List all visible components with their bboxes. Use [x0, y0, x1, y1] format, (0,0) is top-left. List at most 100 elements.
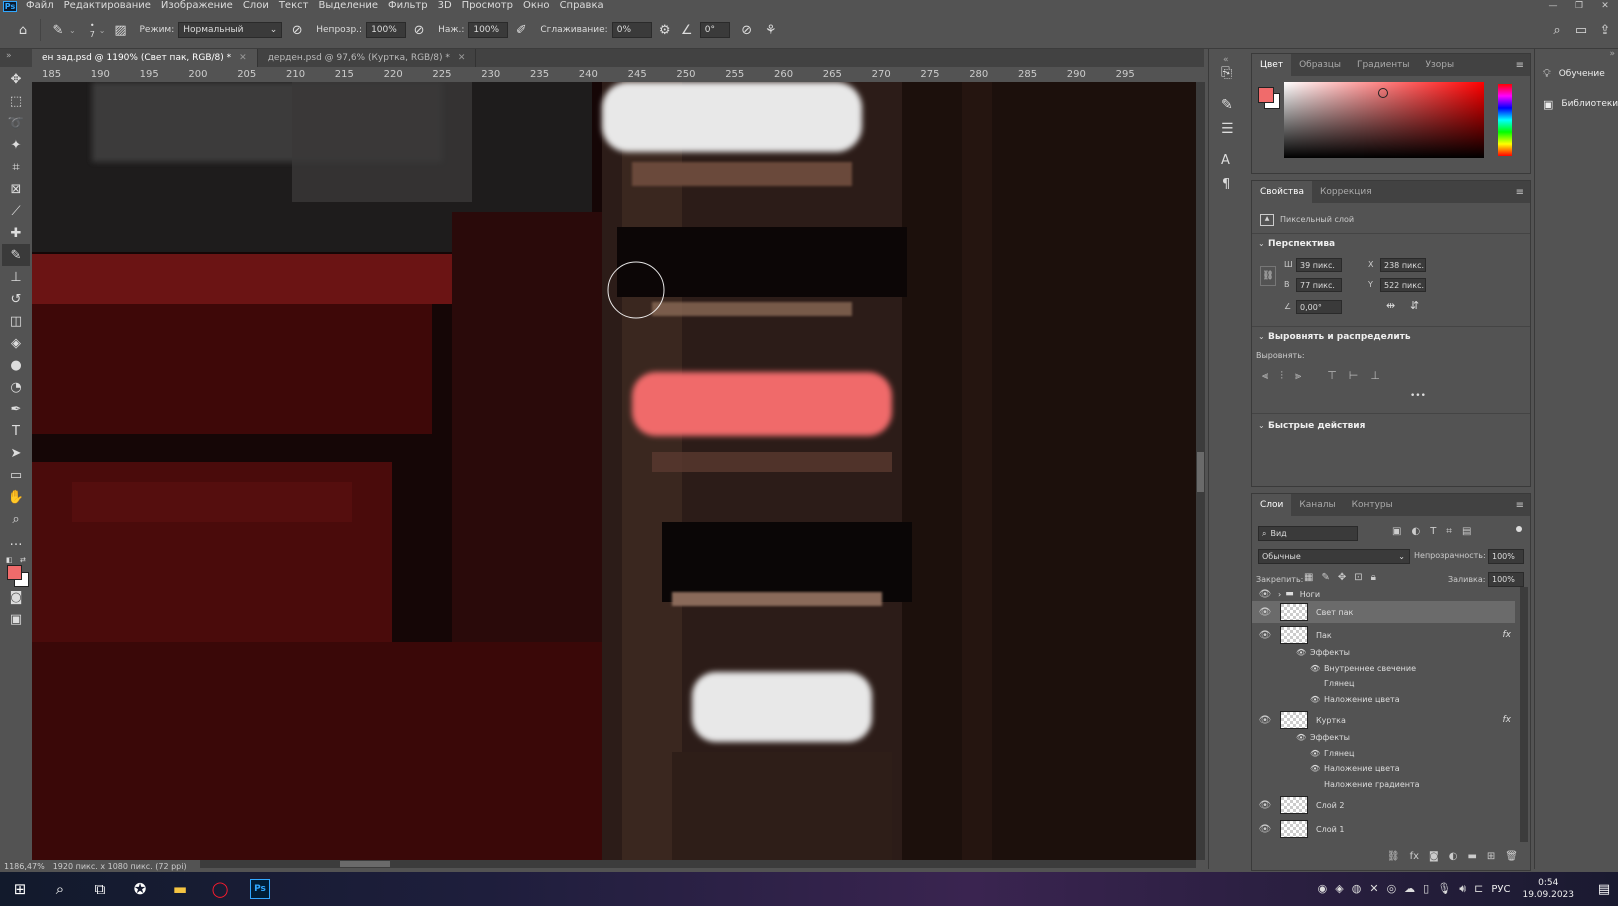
layer-filter-select[interactable]: ⌕ Вид [1258, 526, 1358, 541]
rotation-input[interactable]: 0,00° [1296, 300, 1342, 314]
brush-size-picker[interactable]: • 7 [90, 21, 95, 39]
menu-text[interactable]: Текст [274, 0, 314, 12]
menu-select[interactable]: Выделение [313, 0, 383, 12]
photoshop-logo-icon[interactable]: Ps [3, 0, 17, 12]
filter-smart-object-icon[interactable]: ▤ [1462, 526, 1471, 537]
menu-window[interactable]: Окно [518, 0, 555, 12]
blur-tool-icon[interactable]: ● [2, 354, 30, 376]
layer-row[interactable]: 👁︎ Слой 2 [1252, 794, 1515, 816]
flip-horizontal-icon[interactable]: ⇹ [1386, 299, 1395, 312]
opera-browser-icon[interactable]: ◯ [200, 872, 240, 906]
eraser-tool-icon[interactable]: ◫ [2, 310, 30, 332]
doc-tab[interactable]: дерден.psd @ 97,6% (Куртка, RGB/8) * ✕ [258, 49, 477, 67]
eyedropper-tool-icon[interactable]: ⟋ [2, 200, 30, 222]
chevron-down-icon[interactable]: ⌄ [1258, 239, 1265, 248]
canvas-vertical-scrollbar[interactable] [1196, 82, 1205, 860]
angle-input[interactable]: 0° [699, 22, 730, 38]
eye-icon[interactable]: 👁︎ [1258, 607, 1272, 618]
filter-shape-icon[interactable]: ⌗ [1446, 526, 1452, 537]
search-icon[interactable]: ⌕ [40, 872, 80, 906]
network-icon[interactable]: ⊏ [1474, 882, 1483, 896]
tray-battery-icon[interactable]: ▯ [1423, 882, 1429, 896]
chevron-down-icon[interactable]: ⌄ [1258, 332, 1265, 341]
layer-group-row[interactable]: 👁︎ › ▬ Ноги [1252, 587, 1515, 601]
tab-adjustments[interactable]: Коррекция [1312, 181, 1380, 203]
saturation-value-field[interactable] [1284, 82, 1484, 158]
pressure-input[interactable]: 100% [468, 22, 509, 38]
effect-item[interactable]: Наложение градиента [1324, 780, 1420, 789]
hand-tool-icon[interactable]: ✋ [2, 486, 30, 508]
menu-image[interactable]: Изображение [156, 0, 238, 12]
rectangle-tool-icon[interactable]: ▭ [2, 464, 30, 486]
screen-mode-icon[interactable]: ▣ [2, 608, 30, 630]
crop-tool-icon[interactable]: ⌗ [2, 156, 30, 178]
fill-input[interactable]: 100% [1488, 572, 1524, 587]
eye-icon[interactable]: 👁︎ [1296, 648, 1306, 657]
tab-paths[interactable]: Контуры [1344, 494, 1401, 516]
file-explorer-icon[interactable]: ▬ [160, 872, 200, 906]
history-panel-icon[interactable]: ⎘ [1221, 65, 1232, 81]
adjustments-panel-icon[interactable]: ☰ [1221, 121, 1234, 137]
document-canvas[interactable] [32, 82, 1196, 860]
effect-item[interactable]: Глянец [1324, 679, 1354, 688]
home-icon[interactable]: ⌂ [14, 21, 32, 39]
collapse-arrows-icon[interactable]: « [1223, 55, 1229, 65]
lock-transparency-icon[interactable]: ▦ [1304, 572, 1313, 583]
new-group-icon[interactable]: ▬ [1467, 851, 1476, 862]
doc-tab-active[interactable]: ен зад.psd @ 1190% (Свет пак, RGB/8) * ✕ [32, 49, 258, 67]
bucket-tool-icon[interactable]: ◈ [2, 332, 30, 354]
quick-select-tool-icon[interactable]: ✦ [2, 134, 30, 156]
brush-tool-icon[interactable]: ✎ [2, 244, 30, 266]
new-adjustment-icon[interactable]: ◐ [1449, 851, 1458, 862]
effect-item[interactable]: Наложение цвета [1324, 764, 1400, 773]
lock-all-icon[interactable]: 🔒︎ [1371, 572, 1376, 583]
healing-tool-icon[interactable]: ✚ [2, 222, 30, 244]
effect-item[interactable]: Глянец [1324, 749, 1354, 758]
eye-icon[interactable]: 👁︎ [1310, 764, 1320, 773]
opacity-input[interactable]: 100% [366, 22, 407, 38]
chevron-down-icon[interactable]: ⌄ [1258, 421, 1265, 430]
eye-icon[interactable]: 👁︎ [1258, 589, 1272, 600]
wolf-app-icon[interactable]: ✪ [120, 872, 160, 906]
chevron-right-icon[interactable]: › [1278, 590, 1281, 599]
photoshop-taskbar-icon[interactable]: Ps [240, 872, 280, 906]
collapse-arrows-icon[interactable]: » [1609, 49, 1615, 59]
hue-slider[interactable] [1498, 84, 1512, 156]
height-input[interactable]: 77 пикс. [1296, 278, 1342, 292]
eye-icon[interactable]: 👁︎ [1310, 695, 1320, 704]
eye-icon[interactable]: 👁︎ [1258, 630, 1272, 641]
character-panel-icon[interactable]: A [1221, 153, 1230, 168]
frame-tool-icon[interactable]: ⊠ [2, 178, 30, 200]
tablet-pressure-icon[interactable]: ⊘ [288, 21, 306, 39]
smoothing-input[interactable]: 0% [611, 22, 652, 38]
brush-tool-preset-icon[interactable]: ✎ [49, 21, 67, 39]
align-center-h-icon[interactable]: ⫶ [1280, 369, 1283, 383]
layer-opacity-input[interactable]: 100% [1488, 549, 1524, 564]
collapse-arrows-icon[interactable]: » [6, 51, 12, 61]
canvas-horizontal-scrollbar[interactable] [200, 860, 1196, 868]
gear-icon[interactable]: ⚙ [656, 21, 674, 39]
quick-mask-icon[interactable]: ◙ [2, 586, 30, 608]
eye-icon[interactable]: 👁︎ [1310, 749, 1320, 758]
more-tools-icon[interactable]: … [2, 530, 30, 552]
mode-select[interactable]: Нормальный ⌄ [178, 22, 283, 38]
stamp-tool-icon[interactable]: ⊥ [2, 266, 30, 288]
section-align[interactable]: Выровнять и распределить [1268, 332, 1411, 342]
horizontal-ruler[interactable]: 185 190 195 200 205 210 215 220 225 230 235 240 245 2… [32, 67, 1204, 83]
link-icon[interactable]: ⛓ [1260, 266, 1276, 286]
tray-tool-icon[interactable]: ✕ [1369, 882, 1378, 896]
x-input[interactable]: 238 пикс. [1380, 258, 1426, 272]
default-colors-icon[interactable]: ◧ [6, 556, 13, 564]
y-input[interactable]: 522 пикс. [1380, 278, 1426, 292]
tab-channels[interactable]: Каналы [1291, 494, 1343, 516]
lock-position-icon[interactable]: ✥ [1338, 572, 1346, 583]
share-icon[interactable]: ⇪ [1596, 21, 1614, 39]
opacity-pressure-icon[interactable]: ⊘ [410, 21, 428, 39]
layers-scrollbar[interactable] [1520, 587, 1528, 842]
symmetry-icon[interactable]: ⚘ [762, 21, 780, 39]
more-options-icon[interactable]: ••• [1410, 391, 1426, 401]
effect-item[interactable]: Внутреннее свечение [1324, 664, 1416, 673]
layer-row[interactable]: 👁︎ Куртка fx [1252, 709, 1515, 731]
brush-settings-panel-icon[interactable]: ✎ [1221, 97, 1233, 113]
filter-toggle[interactable] [1516, 526, 1522, 532]
